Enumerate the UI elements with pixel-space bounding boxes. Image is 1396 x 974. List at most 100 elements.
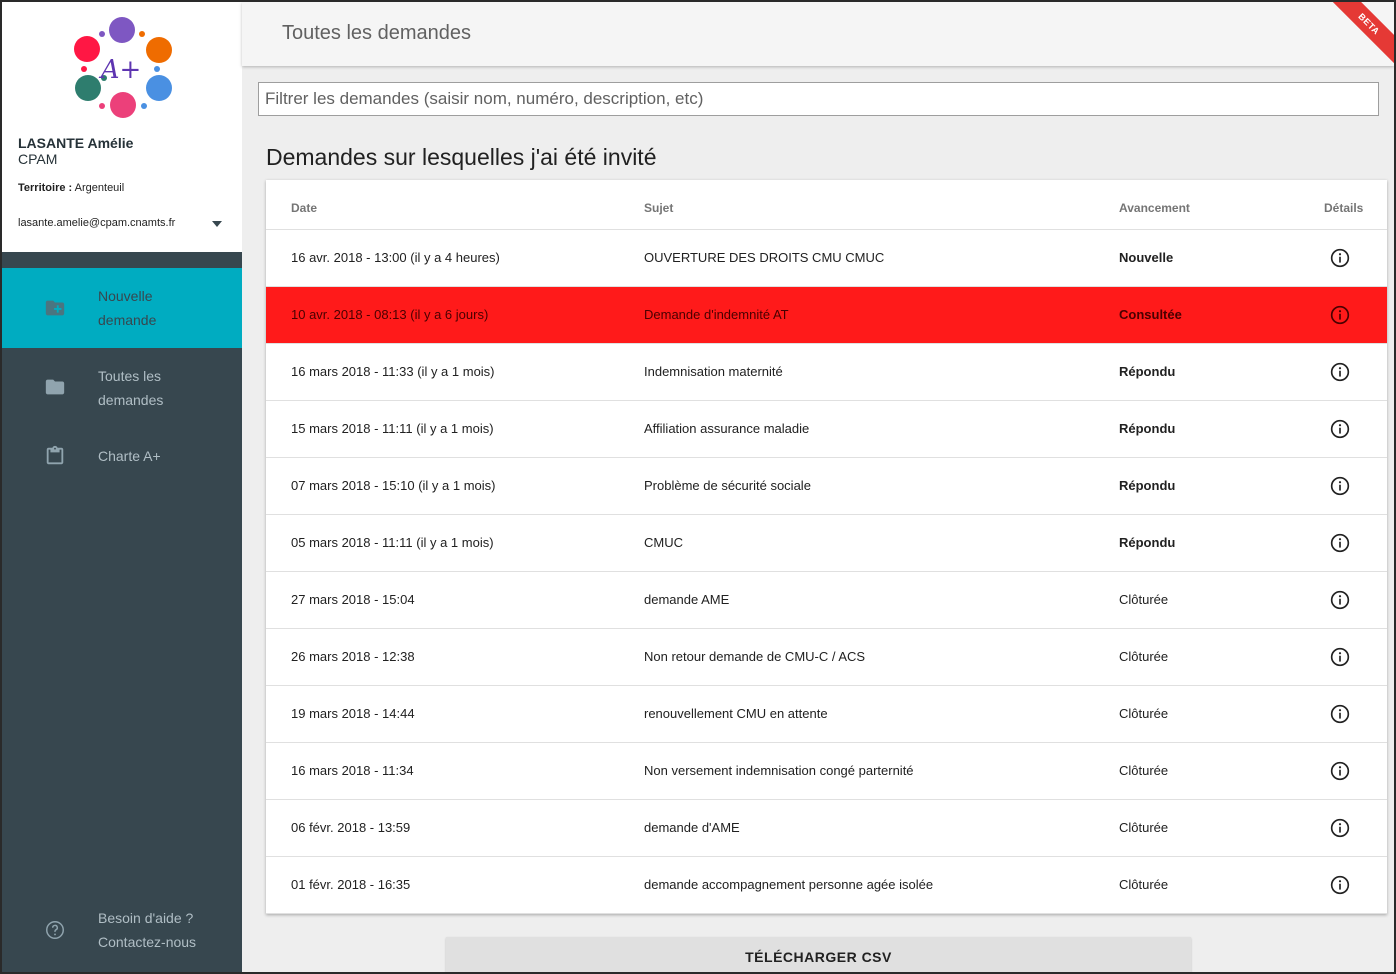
user-territory: Territoire : Argenteuil xyxy=(18,182,124,194)
table-row[interactable]: 15 mars 2018 - 11:11 (il y a 1 mois) Affi… xyxy=(266,401,1387,458)
row-subject: Non versement indemnisation congé parter… xyxy=(644,763,914,778)
row-status: Répondu xyxy=(1119,478,1176,493)
row-subject: Indemnisation maternité xyxy=(644,364,783,379)
help-contact[interactable]: Besoin d'aide ? Contactez-nous xyxy=(2,902,242,958)
sidebar-item-label: Charte A+ xyxy=(98,448,161,464)
column-header-status[interactable]: Avancement xyxy=(1119,201,1190,215)
info-icon[interactable] xyxy=(1330,647,1350,667)
app-frame: A+ LASANTE Amélie CPAM Territoire : Arge… xyxy=(2,2,1394,972)
user-email: lasante.amelie@cpam.cnamts.fr xyxy=(18,217,176,229)
row-date: 10 avr. 2018 - 08:13 (il y a 6 jours) xyxy=(291,307,489,322)
app-logo: A+ xyxy=(74,17,172,118)
row-date: 27 mars 2018 - 15:04 xyxy=(291,592,415,607)
row-status: Clôturée xyxy=(1119,820,1169,835)
user-name: LASANTE Amélie xyxy=(18,135,134,151)
info-icon[interactable] xyxy=(1330,362,1350,382)
column-header-details: Détails xyxy=(1324,201,1364,215)
sidebar-item-label: demandes xyxy=(98,392,164,408)
info-icon[interactable] xyxy=(1330,533,1350,553)
info-icon[interactable] xyxy=(1330,305,1350,325)
row-date: 16 mars 2018 - 11:33 (il y a 1 mois) xyxy=(291,364,495,379)
row-date: 01 févr. 2018 - 16:35 xyxy=(291,877,411,892)
sidebar-item-new-request[interactable]: Nouvelle demande xyxy=(2,268,242,348)
row-status: Consultée xyxy=(1119,307,1182,322)
sidebar-item-label: Toutes les xyxy=(98,368,162,384)
table-row[interactable]: 19 mars 2018 - 14:44 renouvellement CMU e… xyxy=(266,686,1387,743)
row-subject: renouvellement CMU en attente xyxy=(644,706,828,721)
table-row[interactable]: 16 mars 2018 - 11:34 Non versement indemn… xyxy=(266,743,1387,800)
info-icon[interactable] xyxy=(1330,419,1350,439)
row-subject: demande accompagnement personne agée iso… xyxy=(644,877,934,892)
row-date: 16 avr. 2018 - 13:00 (il y a 4 heures) xyxy=(291,250,500,265)
chevron-down-icon[interactable] xyxy=(212,221,222,227)
row-date: 06 févr. 2018 - 13:59 xyxy=(291,820,411,835)
table-row[interactable]: 07 mars 2018 - 15:10 (il y a 1 mois) Prob… xyxy=(266,458,1387,515)
row-subject: Non retour demande de CMU-C / ACS xyxy=(644,649,866,664)
section-title: Demandes sur lesquelles j'ai été invité xyxy=(266,144,657,170)
table-row[interactable]: 16 avr. 2018 - 13:00 (il y a 4 heures) OU… xyxy=(266,230,1387,287)
row-subject: OUVERTURE DES DROITS CMU CMUC xyxy=(644,250,885,265)
row-subject: CMUC xyxy=(644,535,683,550)
requests-table: Date Sujet Avancement Détails 16 avr. 20… xyxy=(266,180,1387,914)
row-status: Clôturée xyxy=(1119,592,1169,607)
row-status: Nouvelle xyxy=(1119,250,1174,265)
row-status: Clôturée xyxy=(1119,877,1169,892)
folder-plus-icon xyxy=(45,300,65,316)
download-csv-button[interactable]: TÉLÉCHARGER CSV xyxy=(446,937,1191,972)
row-date: 19 mars 2018 - 14:44 xyxy=(291,706,415,721)
folder-icon xyxy=(45,379,65,395)
table-row[interactable]: 10 avr. 2018 - 08:13 (il y a 6 jours) Dem… xyxy=(266,287,1387,344)
row-status: Clôturée xyxy=(1119,763,1169,778)
table-row[interactable]: 01 févr. 2018 - 16:35 demande accompagnem… xyxy=(266,857,1387,914)
contact-label: Contactez-nous xyxy=(98,934,197,950)
user-org: CPAM xyxy=(18,151,58,167)
info-icon[interactable] xyxy=(1330,761,1350,781)
table-row[interactable]: 26 mars 2018 - 12:38 Non retour demande d… xyxy=(266,629,1387,686)
row-status: Clôturée xyxy=(1119,649,1169,664)
column-header-date[interactable]: Date xyxy=(291,201,317,215)
main-content: Toutes les demandes BETA Demandes sur le… xyxy=(242,2,1394,972)
territory-value: Argenteuil xyxy=(74,182,125,194)
sidebar-item-charter[interactable]: Charte A+ xyxy=(2,430,242,482)
row-status: Répondu xyxy=(1119,535,1176,550)
row-status: Clôturée xyxy=(1119,706,1169,721)
row-date: 05 mars 2018 - 11:11 (il y a 1 mois) xyxy=(291,535,494,550)
column-header-subject[interactable]: Sujet xyxy=(644,201,673,215)
info-icon[interactable] xyxy=(1330,590,1350,610)
row-date: 16 mars 2018 - 11:34 xyxy=(291,763,414,778)
table-row[interactable]: 16 mars 2018 - 11:33 (il y a 1 mois) Inde… xyxy=(266,344,1387,401)
row-subject: Problème de sécurité sociale xyxy=(644,478,811,493)
row-date: 07 mars 2018 - 15:10 (il y a 1 mois) xyxy=(291,478,496,493)
help-icon xyxy=(46,921,64,939)
table-row[interactable]: 27 mars 2018 - 15:04 demande AME Clôturée xyxy=(266,572,1387,629)
info-icon[interactable] xyxy=(1330,476,1350,496)
info-icon[interactable] xyxy=(1330,818,1350,838)
territory-label: Territoire : xyxy=(18,182,73,194)
table-header: Date Sujet Avancement Détails xyxy=(266,180,1387,230)
account-menu[interactable]: lasante.amelie@cpam.cnamts.fr xyxy=(18,215,228,235)
profile-panel: A+ LASANTE Amélie CPAM Territoire : Arge… xyxy=(2,2,242,252)
search-input[interactable] xyxy=(258,82,1379,116)
table-row[interactable]: 06 févr. 2018 - 13:59 demande d'AME Clôtur… xyxy=(266,800,1387,857)
row-subject: demande d'AME xyxy=(644,820,740,835)
logo-text: A+ xyxy=(99,55,142,85)
row-date: 26 mars 2018 - 12:38 xyxy=(291,649,415,664)
table-row[interactable]: 05 mars 2018 - 11:11 (il y a 1 mois) CMUC… xyxy=(266,515,1387,572)
help-label: Besoin d'aide ? xyxy=(98,910,194,926)
row-date: 15 mars 2018 - 11:11 (il y a 1 mois) xyxy=(291,421,494,436)
row-subject: Demande d'indemnité AT xyxy=(644,307,789,322)
beta-ribbon: BETA xyxy=(1323,2,1394,70)
row-status: Répondu xyxy=(1119,364,1176,379)
page-title: Toutes les demandes xyxy=(282,22,472,44)
info-icon[interactable] xyxy=(1330,704,1350,724)
clipboard-icon xyxy=(46,445,64,465)
top-bar: Toutes les demandes BETA xyxy=(242,2,1394,70)
row-status: Répondu xyxy=(1119,421,1176,436)
info-icon[interactable] xyxy=(1330,875,1350,895)
sidebar-item-all-requests[interactable]: Toutes les demandes xyxy=(2,350,242,422)
sidebar: A+ LASANTE Amélie CPAM Territoire : Arge… xyxy=(2,2,242,972)
sidebar-item-label: demande xyxy=(98,312,157,328)
row-subject: demande AME xyxy=(644,592,730,607)
sidebar-item-label: Nouvelle xyxy=(98,288,153,304)
info-icon[interactable] xyxy=(1330,248,1350,268)
